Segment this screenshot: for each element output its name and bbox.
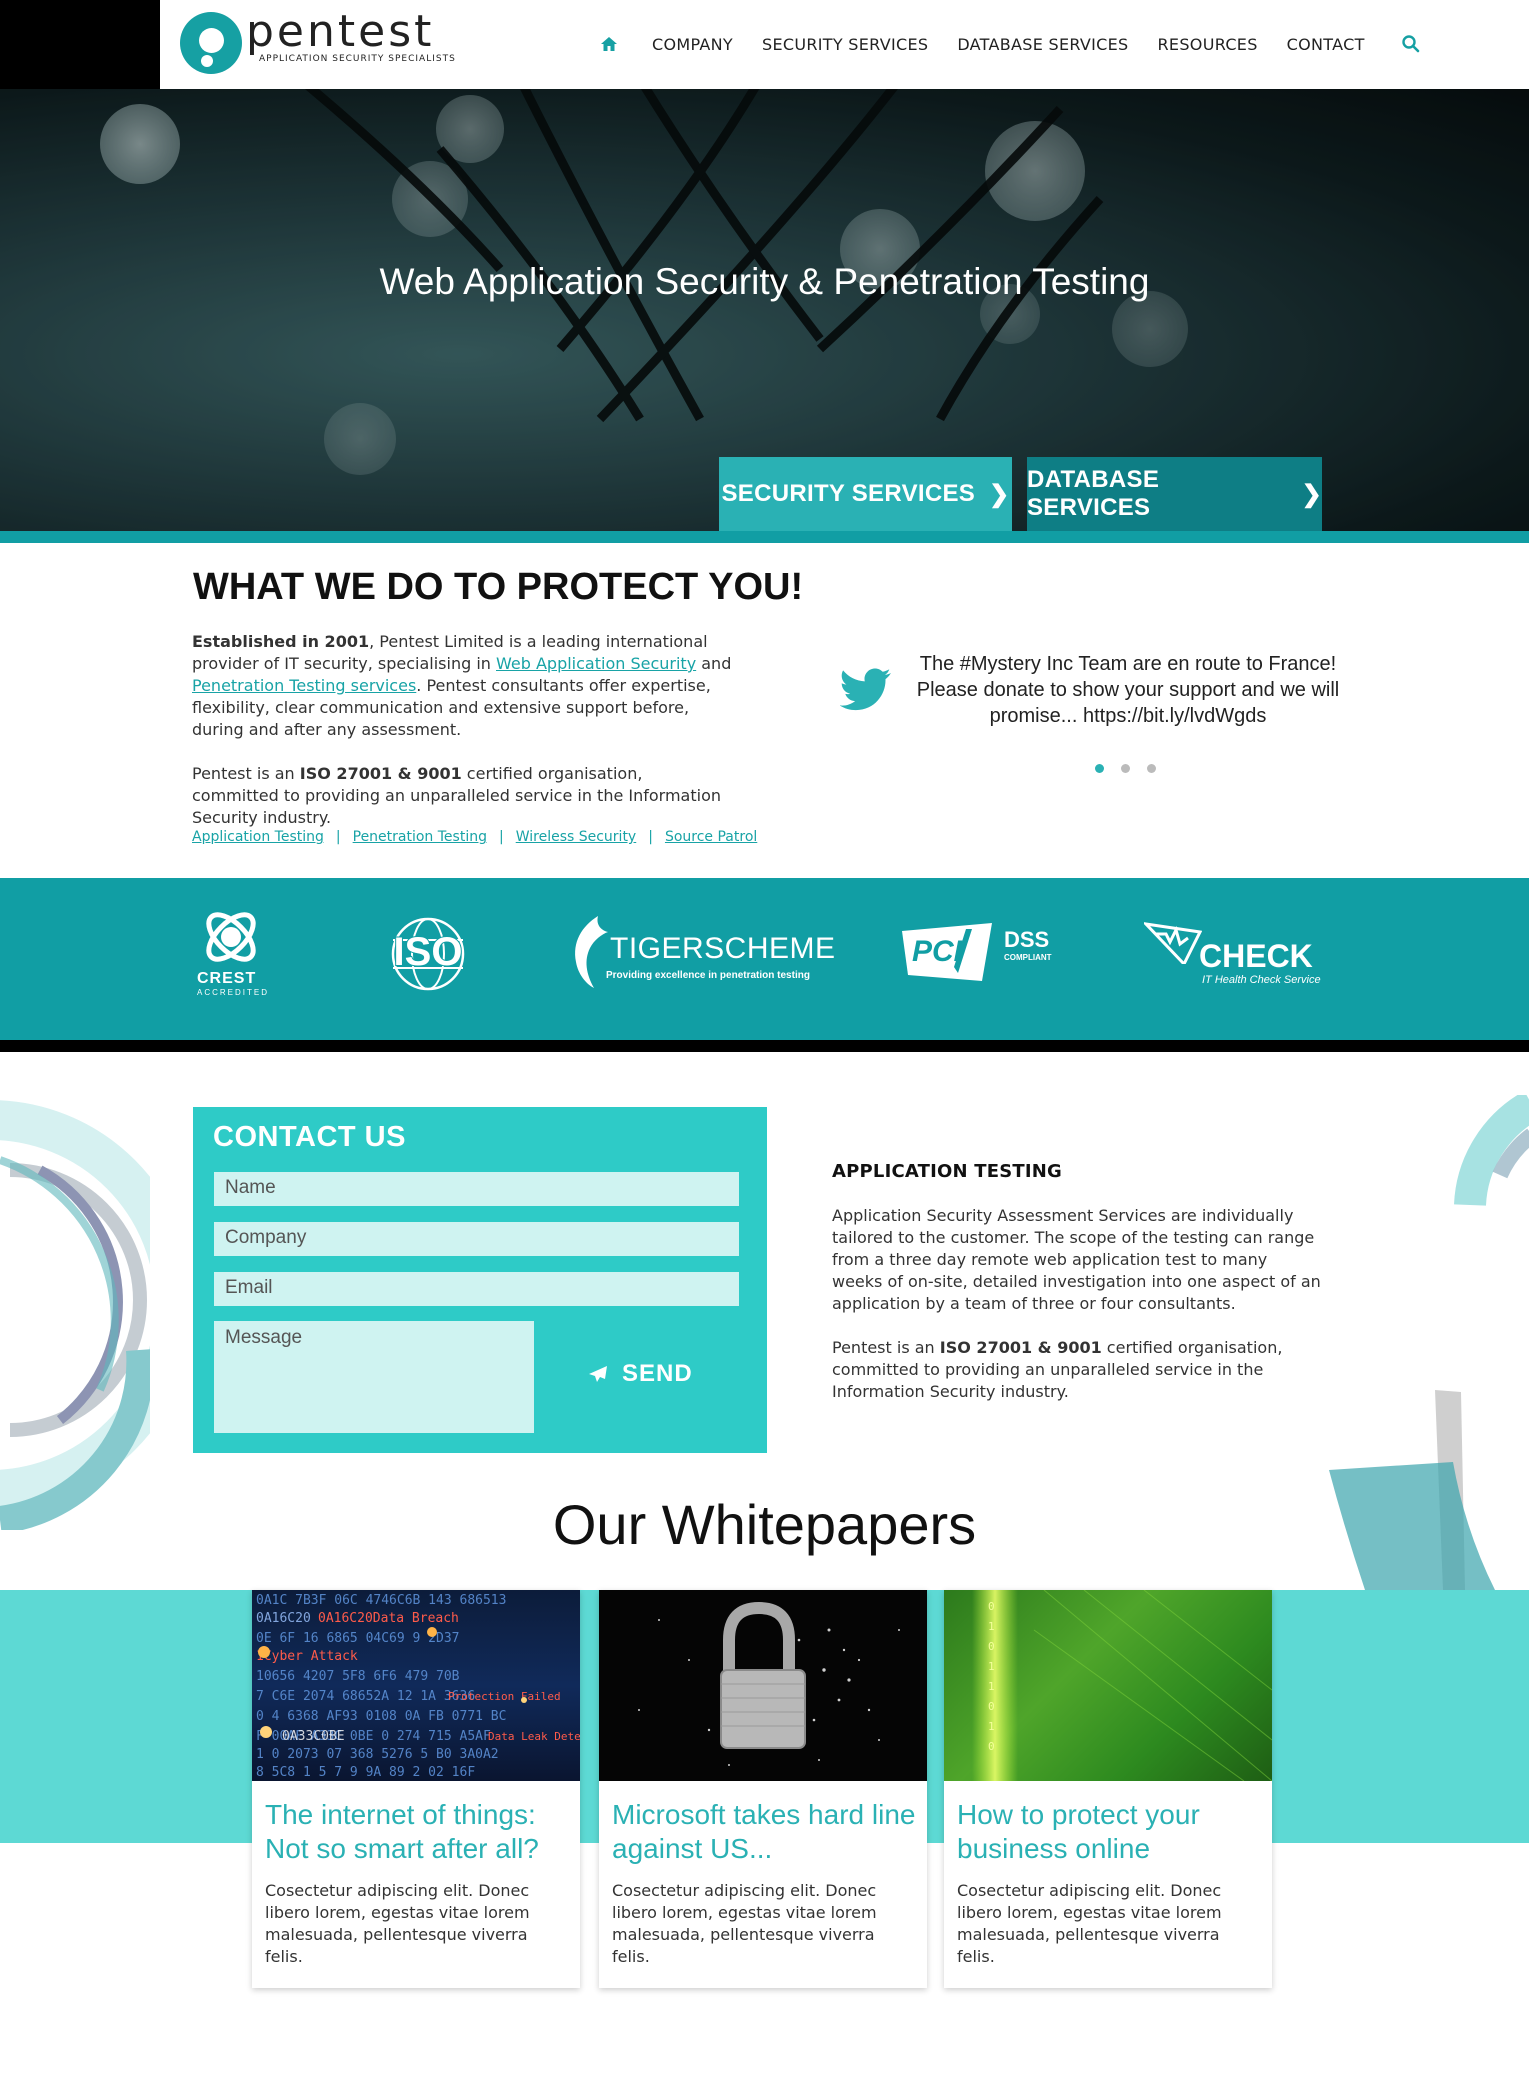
- database-services-label: DATABASE SERVICES: [1027, 466, 1160, 521]
- svg-text:0A16C20: 0A16C20: [256, 1611, 311, 1626]
- paper-plane-icon: [589, 1366, 607, 1382]
- wireless-security-link[interactable]: Wireless Security: [516, 829, 637, 845]
- nav-security-services[interactable]: SECURITY SERVICES: [762, 35, 928, 54]
- company-field[interactable]: Company: [214, 1222, 739, 1256]
- whitepaper-card[interactable]: 0A1C 7B3F 06C 4746C6B 143 686513 0A16C20…: [252, 1590, 580, 1988]
- database-services-button[interactable]: DATABASE SERVICES ❯: [1027, 457, 1322, 531]
- nav-contact[interactable]: CONTACT: [1287, 35, 1365, 54]
- svg-text:1: 1: [988, 1620, 995, 1633]
- svg-text:Data Leak Detected: Data Leak Detected: [488, 1730, 580, 1743]
- svg-text:1: 1: [988, 1660, 995, 1673]
- send-label: SEND: [622, 1360, 693, 1387]
- svg-text:1: 1: [988, 1720, 995, 1733]
- twitter-icon[interactable]: [840, 668, 892, 712]
- whitepaper-card[interactable]: Microsoft takes hard line against US... …: [599, 1590, 927, 1988]
- tigerscheme-logo: TIGERSCHEME Providing excellence in pene…: [568, 912, 835, 992]
- hero-banner: Web Application Security & Penetration T…: [0, 89, 1529, 531]
- home-icon[interactable]: [600, 35, 618, 53]
- svg-text:0A16C20Data Breach: 0A16C20Data Breach: [318, 1611, 459, 1626]
- card-text: Cosectetur adipiscing elit. Donec libero…: [957, 1881, 1222, 1966]
- chevron-right-icon: ❯: [989, 480, 1010, 508]
- svg-text:7 C6E 2074 68652A 12 1A 3636: 7 C6E 2074 68652A 12 1A 3636: [256, 1689, 475, 1704]
- svg-text:0A1C 7B3F 06C 4746C6B 143 6865: 0A1C 7B3F 06C 4746C6B 143 686513: [256, 1593, 506, 1608]
- security-services-label: SECURITY SERVICES: [721, 480, 976, 507]
- what-we-do-title: WHAT WE DO TO PROTECT YOU!: [193, 566, 804, 608]
- nav-resources[interactable]: RESOURCES: [1158, 35, 1258, 54]
- whitepapers-title: Our Whitepapers: [552, 1493, 977, 1556]
- site-header: pentest APPLICATION SECURITY SPECIALISTS…: [0, 0, 1529, 89]
- logo-tagline: APPLICATION SECURITY SPECIALISTS: [259, 54, 456, 64]
- nav-database-services[interactable]: DATABASE SERVICES: [957, 35, 1128, 54]
- svg-text:Protection Failed: Protection Failed: [448, 1690, 561, 1703]
- search-icon[interactable]: [1401, 34, 1421, 54]
- contact-title: CONTACT US: [213, 1121, 406, 1153]
- chevron-right-icon: ❯: [1301, 480, 1322, 508]
- card-text: Cosectetur adipiscing elit. Donec libero…: [265, 1881, 530, 1966]
- pci-dss-logo: PCI DSS COMPLIANT: [898, 923, 1060, 983]
- intro-paragraph: Established in 2001, Pentest Limited is …: [192, 632, 732, 739]
- iso-logo: ISO: [382, 916, 474, 992]
- carousel-dot[interactable]: [1147, 764, 1156, 773]
- card-title[interactable]: How to protect your business online: [957, 1798, 1267, 1866]
- application-testing-title: APPLICATION TESTING: [832, 1161, 1062, 1182]
- svg-text:0: 0: [988, 1640, 995, 1653]
- carousel-dot[interactable]: [1095, 764, 1104, 773]
- hero-title: Web Application Security & Penetration T…: [379, 261, 1150, 302]
- green-leaf-image: 0 1 0 1 1 0 1 0: [944, 1590, 1272, 1781]
- svg-text:0 4 6368 AF93 0108 0A FB 0771: 0 4 6368 AF93 0108 0A FB 0771 BC: [256, 1709, 506, 1724]
- cyber-code-image: 0A1C 7B3F 06C 4746C6B 143 686513 0A16C20…: [252, 1590, 580, 1781]
- crest-logo: CREST ACCREDITED: [197, 907, 269, 997]
- svg-text:10656 4207 5F8 6F6 479 70B: 10656 4207 5F8 6F6 479 70B: [256, 1669, 460, 1684]
- card-title[interactable]: Microsoft takes hard line against US...: [612, 1798, 922, 1866]
- svg-text:0A33C0BE: 0A33C0BE: [282, 1729, 345, 1744]
- svg-text:1: 1: [988, 1680, 995, 1693]
- decorative-arc-right: [1454, 1095, 1529, 1207]
- logo[interactable]: pentest APPLICATION SECURITY SPECIALISTS: [180, 6, 455, 76]
- card-title[interactable]: The internet of things: Not so smart aft…: [265, 1798, 575, 1866]
- nav-company[interactable]: COMPANY: [652, 35, 733, 54]
- contact-form: CONTACT US Name Company Email Message SE…: [193, 1107, 767, 1453]
- send-button[interactable]: SEND: [588, 1360, 693, 1388]
- svg-text:1 0 2073 07 368 5276 5 B0 3A0A: 1 0 2073 07 368 5276 5 B0 3A0A2: [256, 1747, 499, 1762]
- svg-text:0: 0: [988, 1700, 995, 1713]
- padlock-image: [599, 1590, 927, 1781]
- main-nav: COMPANY SECURITY SERVICES DATABASE SERVI…: [600, 34, 1421, 54]
- email-field[interactable]: Email: [214, 1272, 739, 1306]
- svg-text:1Cyber Attack: 1Cyber Attack: [256, 1649, 358, 1664]
- carousel-dot[interactable]: [1121, 764, 1130, 773]
- name-field[interactable]: Name: [214, 1172, 739, 1206]
- iso-paragraph: Pentest is an ISO 27001 & 9001 certified…: [192, 764, 722, 827]
- logo-mark-icon: [180, 12, 242, 74]
- service-links: Application Testing | Penetration Testing |…: [192, 829, 758, 845]
- svg-text:8 5C8 1 5 7 9 9A 89 2 02 16F: 8 5C8 1 5 7 9 9A 89 2 02 16F: [256, 1765, 475, 1780]
- decorative-rings-left: [0, 1100, 150, 1530]
- carousel-dots: [1095, 764, 1173, 773]
- svg-text:0: 0: [988, 1600, 995, 1613]
- what-we-do-text: Established in 2001, Pentest Limited is …: [192, 631, 732, 851]
- source-patrol-link[interactable]: Source Patrol: [665, 829, 757, 845]
- tweet-text: The #Mystery Inc Team are en route to Fr…: [916, 653, 1340, 727]
- message-field[interactable]: Message: [214, 1321, 534, 1433]
- card-text: Cosectetur adipiscing elit. Donec libero…: [612, 1881, 877, 1966]
- web-app-security-link[interactable]: Web Application Security: [496, 654, 696, 673]
- application-testing-link[interactable]: Application Testing: [192, 829, 324, 845]
- security-services-button[interactable]: SECURITY SERVICES ❯: [719, 457, 1012, 531]
- svg-text:0: 0: [988, 1740, 995, 1753]
- application-testing-text: Application Security Assessment Services…: [832, 1206, 1321, 1401]
- decorative-arc-right-bottom: [1329, 1390, 1495, 1590]
- logo-text: pentest: [246, 6, 435, 57]
- hero-divider: [0, 531, 1529, 543]
- pen-testing-link[interactable]: Penetration Testing services: [192, 676, 416, 695]
- check-logo: CHECK IT Health Check Service: [1144, 922, 1321, 986]
- crest-emblem-icon: [206, 912, 256, 962]
- black-divider: [0, 1040, 1529, 1052]
- shield-check-icon: [1144, 922, 1202, 964]
- whitepaper-card[interactable]: 0 1 0 1 1 0 1 0 How to protect your business …: [944, 1590, 1272, 1988]
- accreditation-band: CREST ACCREDITED ISO TIGERSCHEME Providi…: [0, 878, 1529, 1040]
- penetration-testing-link[interactable]: Penetration Testing: [353, 829, 487, 845]
